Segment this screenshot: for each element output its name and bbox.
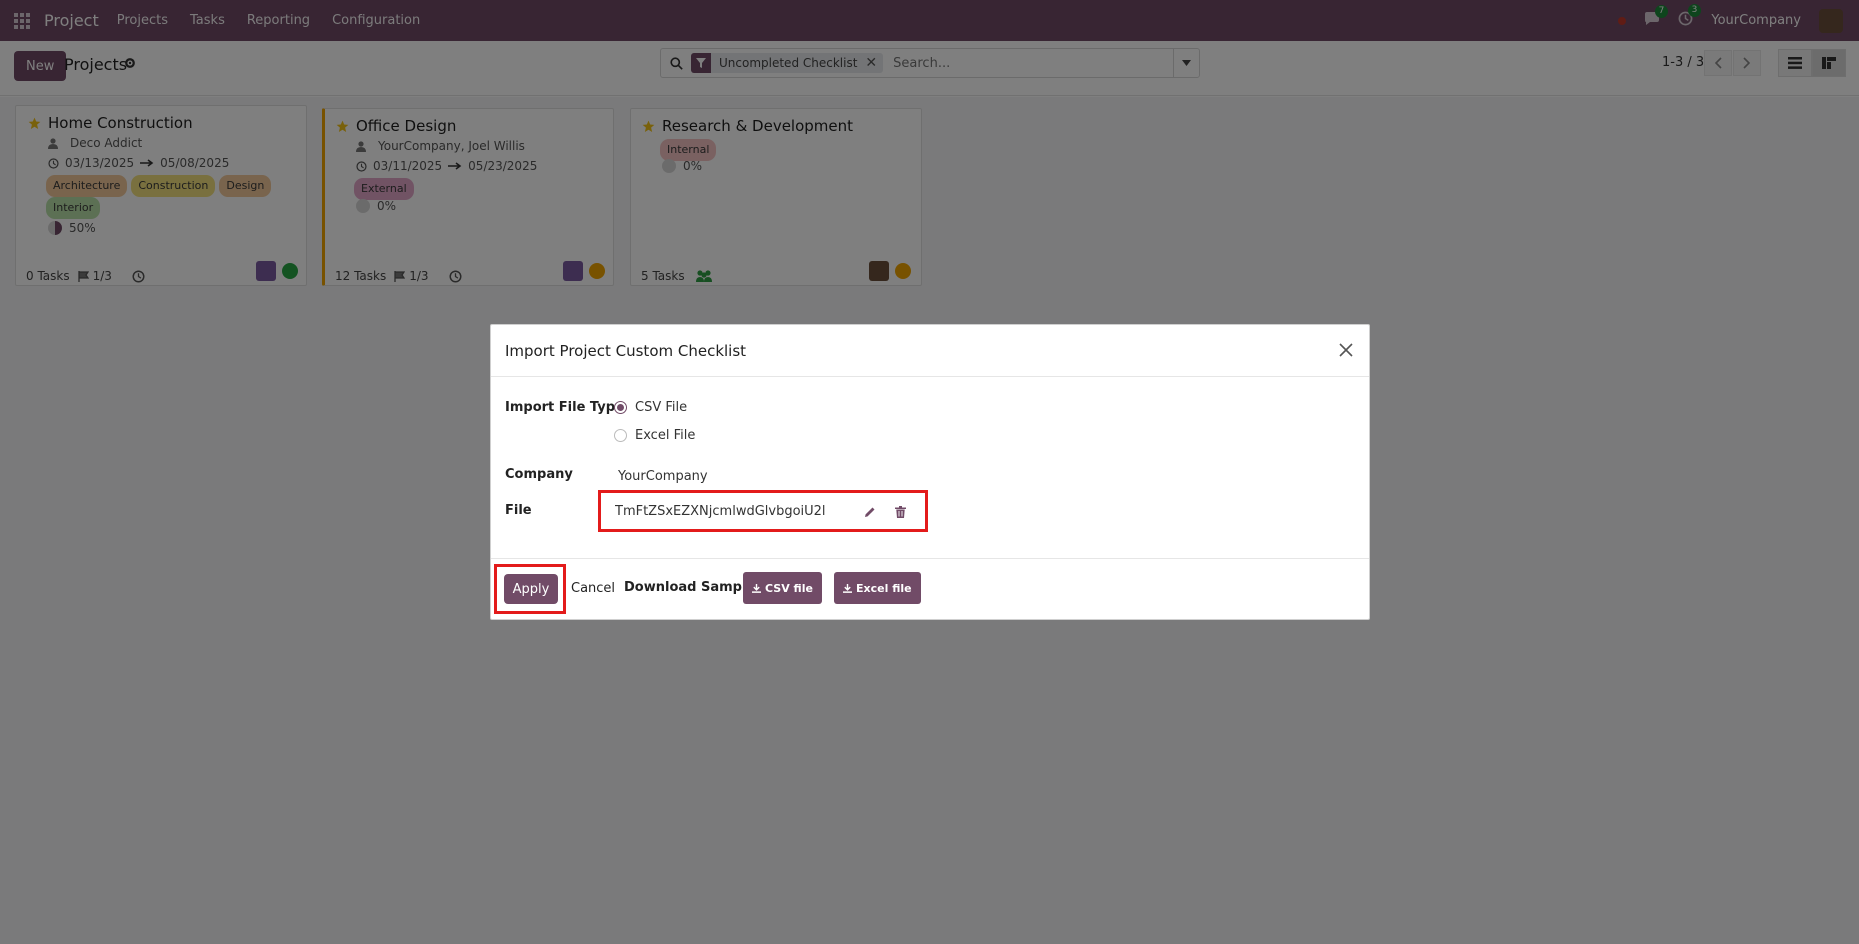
- download-icon: [752, 583, 761, 593]
- dialog-footer: Apply Cancel Download Sample: CSV file E…: [491, 558, 1369, 621]
- download-excel-sample-button[interactable]: Excel file: [834, 572, 921, 604]
- file-label: File: [505, 503, 532, 518]
- company-label: Company: [505, 467, 573, 482]
- import-type-label: Import File Type: [505, 400, 624, 415]
- dialog-header: Import Project Custom Checklist: [491, 325, 1369, 377]
- csv-sample-label: CSV file: [765, 581, 813, 595]
- pencil-icon[interactable]: [864, 506, 876, 522]
- import-checklist-dialog: Import Project Custom Checklist Import F…: [490, 324, 1370, 620]
- apply-button[interactable]: Apply: [504, 574, 558, 604]
- download-sample-label: Download Sample:: [624, 580, 761, 595]
- trash-icon[interactable]: [895, 506, 906, 522]
- cancel-button[interactable]: Cancel: [571, 581, 615, 596]
- dialog-title: Import Project Custom Checklist: [505, 342, 747, 360]
- radio-csv-label: CSV File: [635, 400, 688, 415]
- company-value[interactable]: YourCompany: [618, 469, 708, 484]
- radio-csv-indicator[interactable]: [614, 401, 627, 414]
- excel-sample-label: Excel file: [856, 581, 912, 595]
- close-icon[interactable]: [1337, 341, 1355, 359]
- download-icon: [843, 583, 852, 593]
- radio-excel-indicator[interactable]: [614, 429, 627, 442]
- file-value: TmFtZSxEZXNjcmlwdGlvbgoiU2l0ZSBSZV: [615, 504, 825, 519]
- radio-csv-file[interactable]: CSV File: [614, 400, 687, 415]
- radio-excel-label: Excel File: [635, 428, 696, 443]
- download-csv-sample-button[interactable]: CSV file: [743, 572, 822, 604]
- radio-excel-file[interactable]: Excel File: [614, 428, 695, 443]
